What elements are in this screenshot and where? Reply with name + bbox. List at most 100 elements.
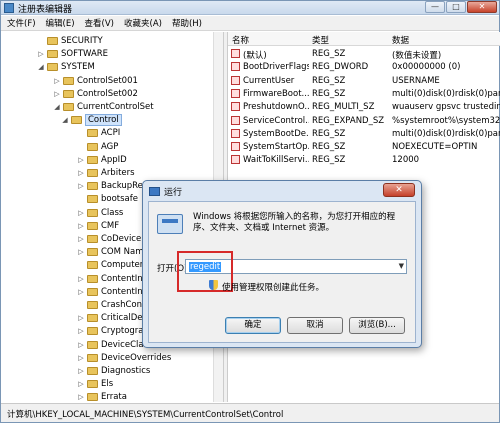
cancel-button[interactable]: 取消 bbox=[287, 317, 343, 334]
chevron-down-icon[interactable]: ▼ bbox=[399, 262, 404, 270]
tree-node[interactable]: ▷ COM Nam bbox=[77, 245, 143, 259]
expand-arrow-icon[interactable]: ▷ bbox=[77, 275, 85, 283]
folder-icon bbox=[47, 50, 58, 59]
tree-node[interactable]: ▷ ControlSet001 bbox=[53, 74, 138, 88]
expand-arrow-icon[interactable]: ▷ bbox=[77, 327, 85, 335]
tree-node-label: Diagnostics bbox=[101, 366, 151, 376]
expand-arrow-icon[interactable]: ▷ bbox=[37, 50, 45, 58]
tree-node[interactable]: AGP bbox=[77, 140, 118, 154]
tree-node[interactable]: ▷ Arbiters bbox=[77, 166, 134, 180]
tree-node-label: AGP bbox=[101, 141, 119, 152]
expand-arrow-icon[interactable]: ◢ bbox=[37, 63, 45, 71]
expand-arrow-icon[interactable]: ▷ bbox=[77, 222, 85, 230]
registry-app-icon bbox=[4, 3, 14, 13]
expand-arrow-icon[interactable]: ▷ bbox=[77, 235, 85, 243]
tree-node-label: AppID bbox=[101, 154, 127, 165]
expand-arrow-icon[interactable]: ▷ bbox=[77, 380, 85, 388]
expand-arrow-icon[interactable]: ▷ bbox=[77, 248, 85, 256]
expand-arrow-icon[interactable]: ▷ bbox=[77, 393, 85, 401]
column-data[interactable]: 数据 bbox=[392, 34, 409, 46]
title-bar: 注册表编辑器 — □ ✕ bbox=[1, 1, 499, 15]
string-value-icon bbox=[231, 128, 240, 138]
expand-arrow-icon[interactable]: ▷ bbox=[77, 314, 85, 322]
tree-node[interactable]: ▷ AppID bbox=[77, 153, 127, 167]
tree-node[interactable]: ◢ CurrentControlSet bbox=[53, 100, 153, 114]
tree-node[interactable]: ▷ Cryptograp bbox=[77, 324, 149, 338]
tree-node[interactable]: ▷ CriticalDev bbox=[77, 311, 147, 325]
minimize-button[interactable]: — bbox=[425, 1, 445, 13]
ok-button[interactable]: 确定 bbox=[225, 317, 281, 334]
close-button[interactable]: ✕ bbox=[467, 1, 497, 13]
expand-arrow-icon[interactable]: ◢ bbox=[61, 116, 69, 124]
value-type: REG_SZ bbox=[312, 155, 346, 166]
tree-node[interactable]: Computer bbox=[77, 258, 143, 272]
tree-node[interactable]: ▷ SOFTWARE bbox=[37, 47, 108, 61]
tree-node[interactable]: CrashContr bbox=[77, 298, 149, 312]
menu-help[interactable]: 帮助(H) bbox=[172, 17, 202, 29]
string-value-icon bbox=[231, 75, 240, 85]
run-app-icon bbox=[149, 186, 160, 196]
menu-view[interactable]: 查看(V) bbox=[85, 17, 114, 29]
expand-arrow-icon[interactable]: ▷ bbox=[77, 182, 85, 190]
value-row[interactable]: BootDriverFlags REG_DWORD 0x00000000 (0) bbox=[228, 61, 500, 74]
value-data: multi(0)disk(0)rdisk(0)parti bbox=[392, 128, 500, 139]
value-row[interactable]: CurrentUser REG_SZ USERNAME bbox=[228, 75, 500, 88]
tree-node-label: bootsafe bbox=[101, 194, 138, 205]
tree-node[interactable]: ▷ ControlSet002 bbox=[53, 87, 138, 101]
admin-shield-icon bbox=[209, 280, 218, 290]
expand-arrow-icon[interactable]: ◢ bbox=[53, 103, 61, 111]
expand-arrow-icon[interactable]: ▷ bbox=[77, 367, 85, 375]
expand-arrow-icon[interactable]: ▷ bbox=[77, 354, 85, 362]
tree-node-label: Computer bbox=[101, 260, 144, 271]
browse-button[interactable]: 浏览(B)... bbox=[349, 317, 405, 334]
value-row[interactable]: PreshutdownO... REG_MULTI_SZ wuauserv gpsv… bbox=[228, 101, 500, 114]
run-icon bbox=[157, 214, 183, 234]
folder-icon bbox=[87, 327, 98, 336]
tree-node[interactable]: ▷ ContentInd bbox=[77, 285, 148, 299]
tree-node[interactable]: ▷ DeviceOverrides bbox=[77, 351, 171, 365]
tree-node[interactable]: ▷ DeviceClas bbox=[77, 338, 148, 352]
expand-arrow-icon[interactable]: ▷ bbox=[77, 288, 85, 296]
tree-node[interactable]: ACPI bbox=[77, 126, 120, 140]
value-row[interactable]: SystemBootDe... REG_SZ multi(0)disk(0)rdis… bbox=[228, 128, 500, 141]
tree-node[interactable]: ▷ Els bbox=[77, 377, 113, 391]
tree-node[interactable]: ▷ CoDeviceIn bbox=[77, 232, 149, 246]
tree-node[interactable]: ▷ CMF bbox=[77, 219, 119, 233]
menu-edit[interactable]: 编辑(E) bbox=[46, 17, 75, 29]
value-row[interactable]: WaitToKillServi... REG_SZ 12000 bbox=[228, 154, 500, 167]
value-row[interactable]: FirmwareBoot... REG_SZ multi(0)disk(0)rdis… bbox=[228, 88, 500, 101]
expand-arrow-icon[interactable]: ▷ bbox=[53, 90, 61, 98]
tree-node[interactable]: SECURITY bbox=[37, 34, 103, 48]
string-value-icon bbox=[231, 102, 240, 112]
run-close-button[interactable]: ✕ bbox=[383, 183, 415, 197]
menu-favorites[interactable]: 收藏夹(A) bbox=[124, 17, 162, 29]
tree-node[interactable]: ▷ Errata bbox=[77, 390, 127, 402]
tree-node[interactable]: bootsafe bbox=[77, 192, 138, 206]
expand-arrow-icon[interactable]: ▷ bbox=[77, 209, 85, 217]
expand-arrow-icon[interactable]: ▷ bbox=[77, 341, 85, 349]
expand-arrow-icon[interactable]: ▷ bbox=[53, 77, 61, 85]
tree-node[interactable]: ▷ Diagnostics bbox=[77, 364, 150, 378]
tree-node[interactable]: ◢ Control bbox=[61, 113, 122, 127]
value-row[interactable]: ServiceControl... REG_EXPAND_SZ %systemroo… bbox=[228, 115, 500, 128]
tree-node-label: Errata bbox=[101, 392, 127, 402]
value-row[interactable]: (默认) REG_SZ (数值未设置) bbox=[228, 48, 500, 61]
menu-file[interactable]: 文件(F) bbox=[7, 17, 36, 29]
run-body: Windows 将根据您所输入的名称，为您打开相应的程序、文件夹、文档或 Int… bbox=[148, 201, 416, 343]
expand-arrow-icon[interactable]: ▷ bbox=[77, 156, 85, 164]
folder-icon bbox=[47, 63, 58, 72]
maximize-button[interactable]: □ bbox=[446, 1, 466, 13]
tree-node[interactable]: ◢ SYSTEM bbox=[37, 60, 95, 74]
tree-node[interactable]: ▷ Class bbox=[77, 206, 123, 220]
tree-node[interactable]: ▷ ContentInd bbox=[77, 272, 148, 286]
column-name[interactable]: 名称 bbox=[232, 34, 249, 46]
string-value-icon bbox=[231, 115, 240, 125]
expand-arrow-icon[interactable]: ▷ bbox=[77, 169, 85, 177]
column-type[interactable]: 类型 bbox=[312, 34, 329, 46]
tree-node[interactable]: ▷ BackupRes bbox=[77, 179, 147, 193]
value-row[interactable]: SystemStartOp... REG_SZ NOEXECUTE=OPTIN bbox=[228, 141, 500, 154]
value-name: ServiceControl... bbox=[243, 115, 309, 126]
value-data: multi(0)disk(0)rdisk(0)parti bbox=[392, 88, 500, 99]
admin-task-text: 使用管理权限创建此任务。 bbox=[222, 283, 325, 293]
tree-node-label: ACPI bbox=[101, 128, 121, 139]
